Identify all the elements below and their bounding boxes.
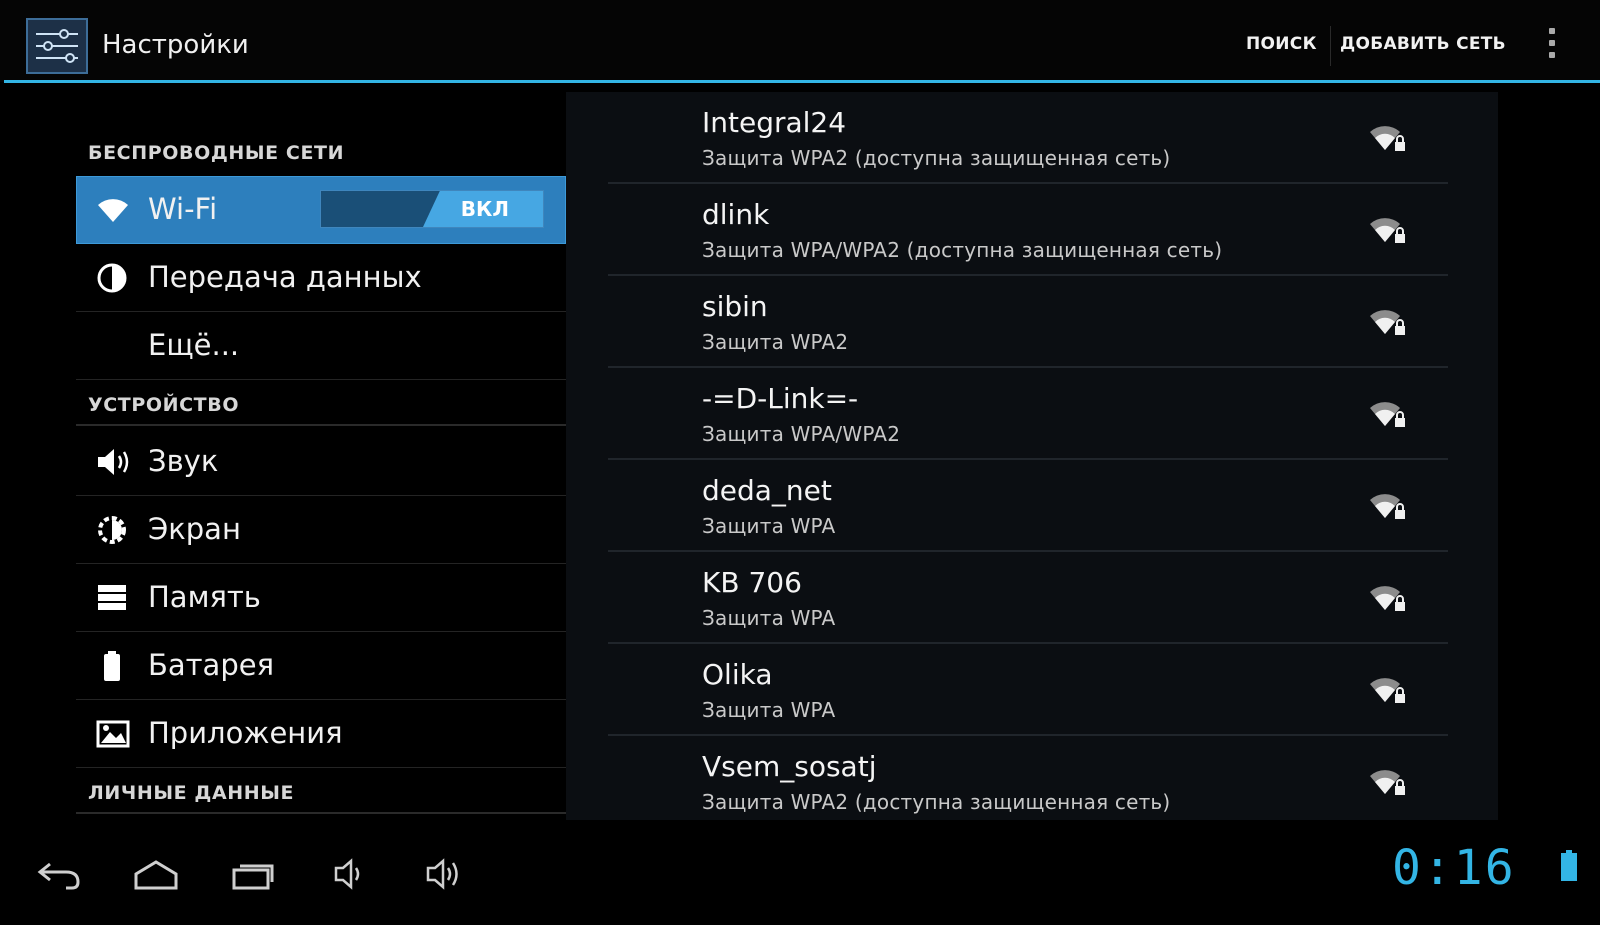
search-button[interactable]: ПОИСК	[1246, 34, 1317, 54]
wifi-signal-lock-icon	[1368, 488, 1408, 522]
settings-item-storage[interactable]: Память	[76, 564, 566, 632]
add-network-button[interactable]: ДОБАВИТЬ СЕТЬ	[1340, 34, 1506, 54]
wifi-network-item[interactable]: Vsem_sosatj Защита WPA2 (доступна защищен…	[608, 736, 1448, 820]
wifi-signal-lock-icon	[1368, 212, 1408, 246]
volume-down-icon[interactable]	[332, 854, 392, 894]
wifi-signal-lock-icon	[1368, 120, 1408, 154]
settings-item-label: Звук	[148, 444, 219, 478]
wifi-icon	[96, 194, 128, 226]
wifi-signal-lock-icon	[1368, 764, 1408, 798]
network-security: Защита WPA	[702, 606, 836, 630]
network-ssid: deda_net	[702, 474, 832, 507]
recent-apps-icon[interactable]	[230, 854, 290, 894]
action-bar-divider	[4, 80, 1600, 83]
section-header-personal: ЛИЧНЫЕ ДАННЫЕ	[88, 782, 295, 804]
system-bar: 0:16	[0, 826, 1600, 925]
wifi-signal-lock-icon	[1368, 304, 1408, 338]
wifi-network-item[interactable]: Olika Защита WPA	[608, 644, 1448, 736]
toggle-state-label: ВКЛ	[460, 197, 509, 221]
wifi-network-item[interactable]: -=D-Link=- Защита WPA/WPA2	[608, 368, 1448, 460]
status-clock: 0:16	[1392, 840, 1516, 896]
volume-up-icon[interactable]	[424, 854, 484, 894]
settings-app-icon[interactable]	[26, 18, 88, 74]
settings-item-label: Ещё...	[148, 328, 240, 362]
wifi-network-item[interactable]: Integral24 Защита WPA2 (доступна защищенн…	[608, 92, 1448, 184]
network-security: Защита WPA2 (доступна защищенная сеть)	[702, 146, 1171, 170]
settings-item-apps[interactable]: Приложения	[76, 700, 566, 768]
section-divider	[76, 812, 566, 814]
network-ssid: KB 706	[702, 566, 802, 599]
wifi-network-item[interactable]: deda_net Защита WPA	[608, 460, 1448, 552]
wifi-network-item[interactable]: sibin Защита WPA2	[608, 276, 1448, 368]
page-title: Настройки	[102, 30, 249, 60]
action-bar: Настройки ПОИСК ДОБАВИТЬ СЕТЬ	[0, 0, 1600, 83]
settings-item-label: Передача данных	[148, 260, 422, 294]
section-header-device: УСТРОЙСТВО	[88, 394, 240, 416]
network-ssid: sibin	[702, 290, 768, 323]
settings-item-display[interactable]: Экран	[76, 496, 566, 564]
network-security: Защита WPA2	[702, 330, 849, 354]
network-ssid: dlink	[702, 198, 770, 231]
overflow-menu-icon[interactable]	[1548, 28, 1556, 62]
sound-icon	[96, 446, 129, 478]
section-header-wireless: БЕСПРОВОДНЫЕ СЕТИ	[88, 142, 345, 164]
network-ssid: Olika	[702, 658, 773, 691]
network-security: Защита WPA	[702, 514, 836, 538]
battery-icon	[96, 650, 128, 682]
settings-item-battery[interactable]: Батарея	[76, 632, 566, 700]
display-icon	[96, 514, 128, 546]
wifi-network-item[interactable]: dlink Защита WPA/WPA2 (доступна защищенна…	[608, 184, 1448, 276]
battery-status-icon	[1560, 850, 1578, 882]
action-divider	[1330, 26, 1331, 66]
network-ssid: Integral24	[702, 106, 847, 139]
back-icon[interactable]	[36, 854, 96, 894]
network-security: Защита WPA/WPA2	[702, 422, 901, 446]
wifi-signal-lock-icon	[1368, 580, 1408, 614]
network-security: Защита WPA2 (доступна защищенная сеть)	[702, 790, 1171, 814]
wifi-signal-lock-icon	[1368, 672, 1408, 706]
settings-item-label: Батарея	[148, 648, 275, 682]
network-ssid: -=D-Link=-	[702, 382, 859, 415]
settings-item-label: Память	[148, 580, 261, 614]
settings-item-label: Приложения	[148, 716, 343, 750]
wifi-toggle[interactable]: ВКЛ	[320, 190, 544, 228]
home-icon[interactable]	[132, 854, 192, 894]
wifi-network-item[interactable]: KB 706 Защита WPA	[608, 552, 1448, 644]
settings-item-label: Экран	[148, 512, 241, 546]
settings-item-sound[interactable]: Звук	[76, 428, 566, 496]
data-usage-icon	[96, 262, 128, 294]
settings-item-label: Wi-Fi	[148, 192, 218, 226]
network-ssid: Vsem_sosatj	[702, 750, 877, 783]
settings-item-wifi[interactable]: Wi-Fi ВКЛ	[76, 176, 566, 244]
apps-icon	[96, 718, 130, 750]
settings-item-more[interactable]: Ещё...	[76, 312, 566, 380]
section-divider	[76, 424, 566, 426]
network-security: Защита WPA/WPA2 (доступна защищенная сет…	[702, 238, 1223, 262]
network-security: Защита WPA	[702, 698, 836, 722]
storage-icon	[96, 582, 128, 614]
wifi-signal-lock-icon	[1368, 396, 1408, 430]
settings-item-data-usage[interactable]: Передача данных	[76, 244, 566, 312]
wifi-network-list: Integral24 Защита WPA2 (доступна защищенн…	[566, 92, 1498, 820]
